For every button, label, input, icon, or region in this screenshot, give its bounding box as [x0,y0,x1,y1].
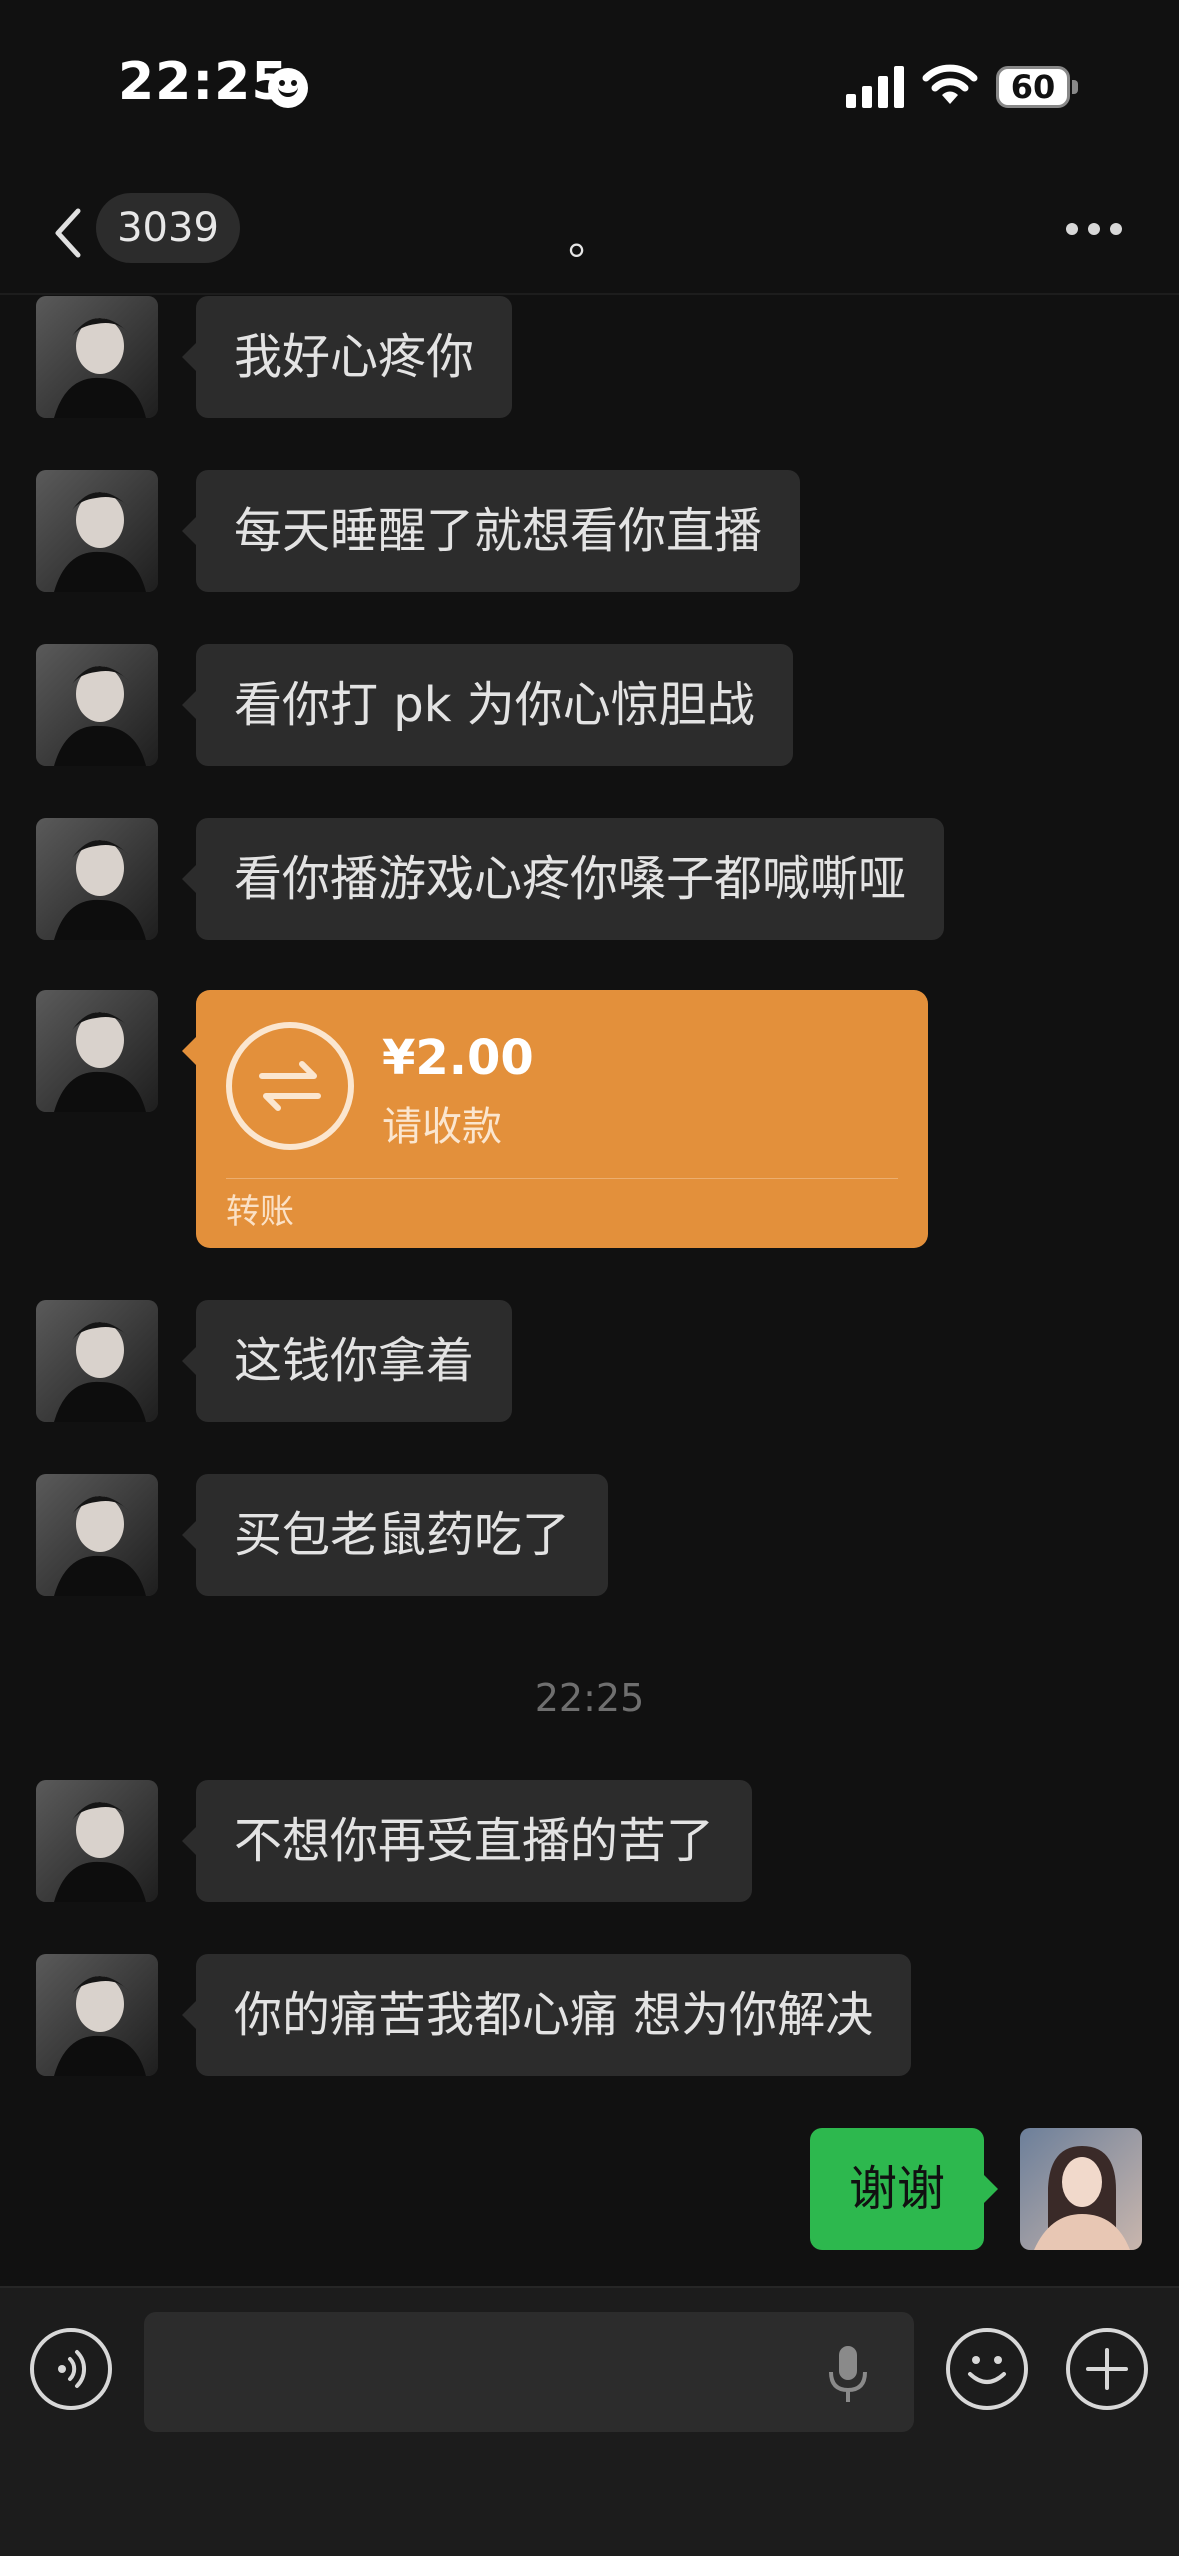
message-bubble[interactable]: 我好心疼你 [181,296,513,418]
transfer-icon [226,1022,354,1150]
contact-avatar[interactable] [36,818,158,940]
message-bubble[interactable]: 每天睡醒了就想看你直播 [181,470,801,592]
input-bar [0,2286,1179,2556]
emoji-icon [968,2356,1006,2384]
contact-avatar[interactable] [36,470,158,592]
self-avatar[interactable] [1020,2128,1142,2250]
message-bubble[interactable]: 你的痛苦我都心痛 想为你解决 [181,1954,912,2076]
message-row: 你的痛苦我都心痛 想为你解决 [0,1954,1179,2076]
message-bubble[interactable]: 买包老鼠药吃了 [181,1474,609,1596]
back-icon[interactable] [48,205,88,261]
transfer-label: 转账 [226,1192,294,1232]
contact-avatar[interactable] [36,1474,158,1596]
transfer-divider [226,1178,898,1179]
more-icon[interactable] [1064,221,1124,237]
contact-avatar[interactable] [36,644,158,766]
contact-avatar[interactable] [36,1300,158,1422]
voice-icon [58,2350,87,2388]
emoji-button[interactable] [946,2328,1028,2410]
battery-level: 60 [1010,68,1056,106]
message-row: 看你播游戏心疼你嗓子都喊嘶哑 [0,818,1179,940]
message-bubble[interactable]: 看你打 pk 为你心惊胆战 [182,644,793,766]
battery-icon: 60 [996,66,1078,108]
focus-mode-icon [268,68,308,108]
message-bubble[interactable]: 看你播游戏心疼你嗓子都喊嘶哑 [181,818,945,940]
contact-avatar[interactable] [36,990,158,1112]
message-bubble[interactable]: 这钱你拿着 [181,1300,513,1422]
contact-avatar[interactable] [36,296,158,418]
microphone-icon[interactable] [826,2344,870,2404]
unread-count-badge[interactable]: 3039 [96,193,240,263]
self-message-bubble[interactable]: 谢谢 [810,2128,998,2250]
chat-title: 。 [568,214,612,265]
chat-header: 3039 。 [0,175,1179,295]
cellular-signal-icon [846,66,906,108]
message-row: 看你打 pk 为你心惊胆战 [0,644,1179,766]
message-row: 这钱你拿着 [0,1300,1179,1422]
transfer-card[interactable]: ¥2.00 请收款 转账 [182,990,928,1248]
contact-avatar[interactable] [36,1954,158,2076]
message-row: 每天睡醒了就想看你直播 [0,470,1179,592]
message-row: 买包老鼠药吃了 [0,1474,1179,1596]
contact-avatar[interactable] [36,1780,158,1902]
time-separator: 22:25 [534,1676,645,1720]
message-row: 我好心疼你 [0,296,1179,418]
message-input[interactable] [144,2312,914,2432]
voice-toggle-button[interactable] [30,2328,112,2410]
message-bubble[interactable]: 不想你再受直播的苦了 [181,1780,753,1902]
status-time: 22:25 [118,52,289,112]
message-row: 不想你再受直播的苦了 [0,1780,1179,1902]
status-bar: 22:25 60 [0,0,1179,170]
plus-button[interactable] [1066,2328,1148,2410]
transfer-amount: ¥2.00 [382,1030,534,1086]
plus-icon [1086,2348,1128,2390]
transfer-status: 请收款 [382,1104,502,1150]
wifi-icon [922,64,978,104]
